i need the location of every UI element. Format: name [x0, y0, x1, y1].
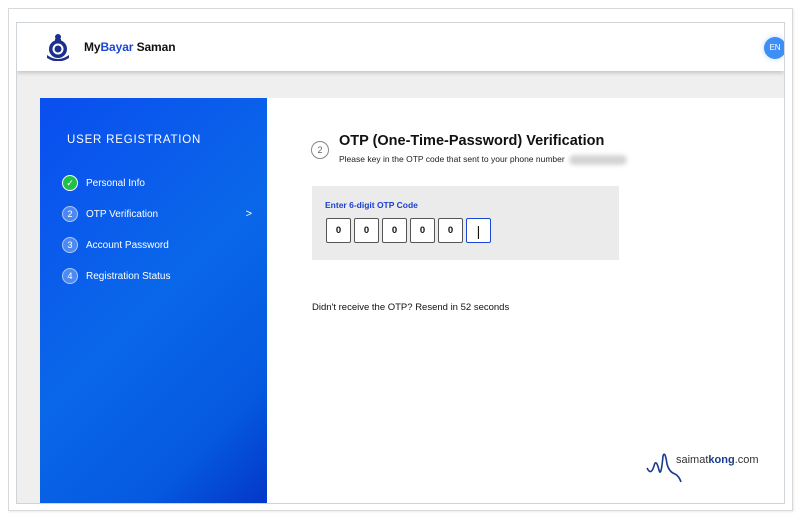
- otp-input-group: 0 0 0 0 0 |: [326, 218, 491, 243]
- subtitle-text: Please key in the OTP code that sent to …: [339, 154, 565, 164]
- step-number: 4: [62, 268, 78, 284]
- step-number: 3: [62, 237, 78, 253]
- sidebar-step-otp-verification[interactable]: 2 OTP Verification >: [62, 205, 252, 223]
- sidebar-step-registration-status[interactable]: 4 Registration Status: [62, 267, 252, 285]
- watermark: saimatkong.com: [645, 448, 775, 493]
- watermark-accent: kong: [708, 454, 735, 466]
- brand-prefix: My: [84, 40, 101, 54]
- redacted-phone-number: [569, 154, 628, 165]
- registration-sidebar: USER REGISTRATION ✓ Personal Info 2 OTP …: [40, 98, 267, 503]
- otp-label: Enter 6-digit OTP Code: [325, 200, 418, 210]
- otp-digit-1[interactable]: 0: [326, 218, 351, 243]
- brand-suffix: Saman: [133, 40, 176, 54]
- otp-digit-3[interactable]: 0: [382, 218, 407, 243]
- resend-countdown: Didn't receive the OTP? Resend in 52 sec…: [312, 302, 510, 313]
- browser-viewport: MyBayar Saman EN USER REGISTRATION ✓ Per…: [16, 22, 785, 504]
- otp-panel: Enter 6-digit OTP Code 0 0 0 0 0 |: [312, 186, 619, 260]
- brand-accent: Bayar: [100, 40, 134, 54]
- sidebar-step-personal-info[interactable]: ✓ Personal Info: [62, 174, 252, 192]
- otp-digit-5[interactable]: 0: [438, 218, 463, 243]
- watermark-prefix: saimat: [676, 454, 709, 466]
- page-title: OTP (One-Time-Password) Verification: [339, 133, 605, 149]
- watermark-suffix: .com: [734, 454, 759, 466]
- sidebar-step-account-password[interactable]: 3 Account Password: [62, 236, 252, 254]
- page-subtitle: Please key in the OTP code that sent to …: [339, 154, 628, 165]
- main-content: 2 OTP (One-Time-Password) Verification P…: [267, 98, 784, 503]
- otp-digit-4[interactable]: 0: [410, 218, 435, 243]
- language-button[interactable]: EN: [764, 37, 784, 59]
- watermark-text: saimatkong.com: [676, 454, 759, 466]
- otp-digit-6[interactable]: |: [466, 218, 491, 243]
- brand-name[interactable]: MyBayar Saman: [84, 40, 176, 54]
- top-navbar: MyBayar Saman EN: [17, 23, 784, 71]
- otp-digit-2[interactable]: 0: [354, 218, 379, 243]
- step-label: Registration Status: [86, 270, 171, 282]
- step-label: Account Password: [86, 239, 169, 251]
- step-label: Personal Info: [86, 177, 145, 189]
- step-badge: 2: [311, 141, 329, 159]
- sidebar-title: USER REGISTRATION: [67, 134, 202, 146]
- step-number: 2: [62, 206, 78, 222]
- step-label: OTP Verification: [86, 208, 159, 220]
- check-icon: ✓: [62, 175, 78, 191]
- police-crest-icon: [47, 34, 69, 61]
- chevron-right-icon: >: [245, 208, 252, 220]
